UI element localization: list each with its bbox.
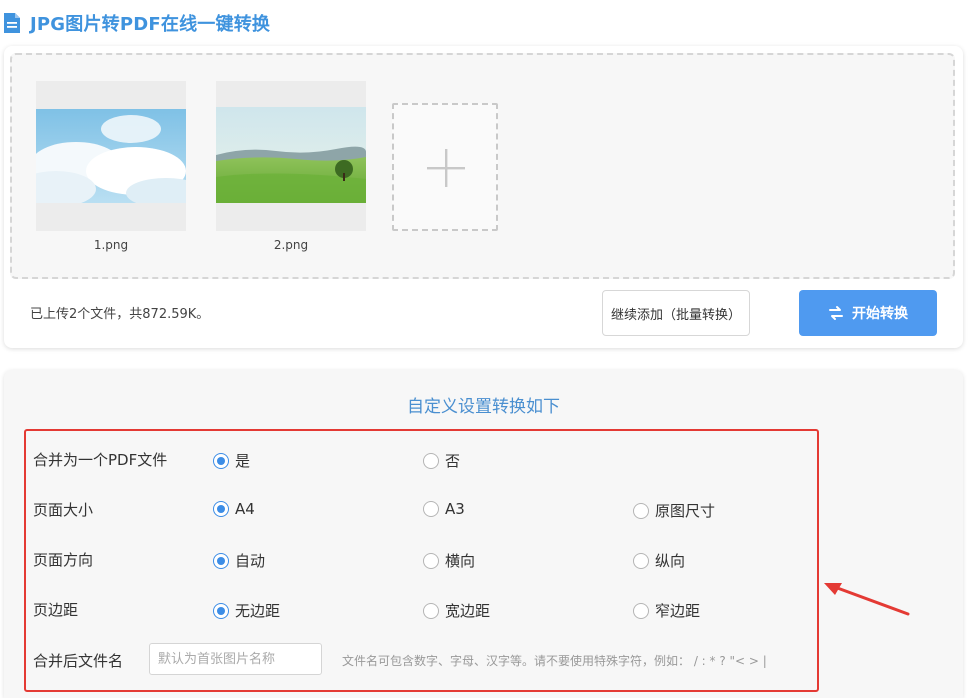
page-size-a4-radio[interactable]: A4 [213,500,255,518]
radio-label: A3 [445,500,465,518]
radio-label: 原图尺寸 [655,502,716,520]
radio-unchecked-icon [423,452,439,469]
upload-card: 1.png 2.png 已上传2个文件，共872.59K。 继续添加（批量转换）… [4,46,963,348]
radio-unchecked-icon [633,502,649,519]
add-file-button[interactable] [392,103,498,231]
start-convert-button[interactable]: 开始转换 [799,290,937,336]
radio-checked-icon [213,452,229,469]
continue-add-button[interactable]: 继续添加（批量转换） [602,290,750,336]
filename-label: 合并后文件名 [33,652,124,670]
radio-checked-icon [213,552,229,569]
radio-label: 否 [445,452,461,470]
filename-input[interactable] [149,643,322,675]
radio-label: 是 [235,452,251,470]
file-dropzone[interactable]: 1.png 2.png [10,53,955,279]
radio-label: 自动 [235,552,266,570]
orientation-auto-radio[interactable]: 自动 [213,550,265,571]
page-title: JPG图片转PDF在线一键转换 [30,14,271,35]
radio-label: 纵向 [655,552,686,570]
settings-card: 自定义设置转换如下 合并为一个PDF文件 是 否 页面大小 A4 A3 原图尺寸… [4,370,963,698]
radio-unchecked-icon [633,602,649,619]
merge-label: 合并为一个PDF文件 [33,451,168,469]
file-thumbnail-1[interactable] [36,81,186,231]
orientation-label: 页面方向 [33,551,94,569]
settings-heading: 自定义设置转换如下 [407,397,560,417]
radio-label: 横向 [445,552,476,570]
radio-checked-icon [213,602,229,619]
radio-unchecked-icon [423,501,439,517]
radio-unchecked-icon [423,602,439,619]
file-thumbnail-2[interactable] [216,81,366,231]
annotation-arrow [824,583,910,616]
document-icon [4,13,20,33]
file-name-1: 1.png [93,238,129,252]
radio-unchecked-icon [423,552,439,569]
margin-label: 页边距 [33,601,79,619]
plus-icon [427,149,465,187]
margin-wide-radio[interactable]: 宽边距 [423,600,490,621]
radio-label: 无边距 [235,602,281,620]
radio-checked-icon [213,501,229,517]
merge-no-radio[interactable]: 否 [423,450,460,471]
radio-unchecked-icon [633,552,649,569]
upload-summary: 已上传2个文件，共872.59K。 [30,307,210,322]
page-size-label: 页面大小 [33,501,94,519]
margin-none-radio[interactable]: 无边距 [213,600,280,621]
orientation-landscape-radio[interactable]: 横向 [423,550,475,571]
swap-icon [828,305,844,321]
start-convert-label: 开始转换 [852,306,908,322]
radio-label: 宽边距 [445,602,491,620]
orientation-portrait-radio[interactable]: 纵向 [633,550,685,571]
page-size-a3-radio[interactable]: A3 [423,500,465,518]
thumbnail-image-field [216,107,366,203]
margin-narrow-radio[interactable]: 窄边距 [633,600,700,621]
page-size-original-radio[interactable]: 原图尺寸 [633,500,715,521]
radio-label: A4 [235,500,255,518]
filename-hint: 文件名可包含数字、字母、汉字等。请不要使用特殊字符，例如： / : * ? "<… [342,654,767,668]
thumbnail-image-sky [36,109,186,203]
merge-yes-radio[interactable]: 是 [213,450,250,471]
page-header: JPG图片转PDF在线一键转换 [4,10,270,36]
radio-label: 窄边距 [655,602,701,620]
file-name-2: 2.png [273,238,309,252]
